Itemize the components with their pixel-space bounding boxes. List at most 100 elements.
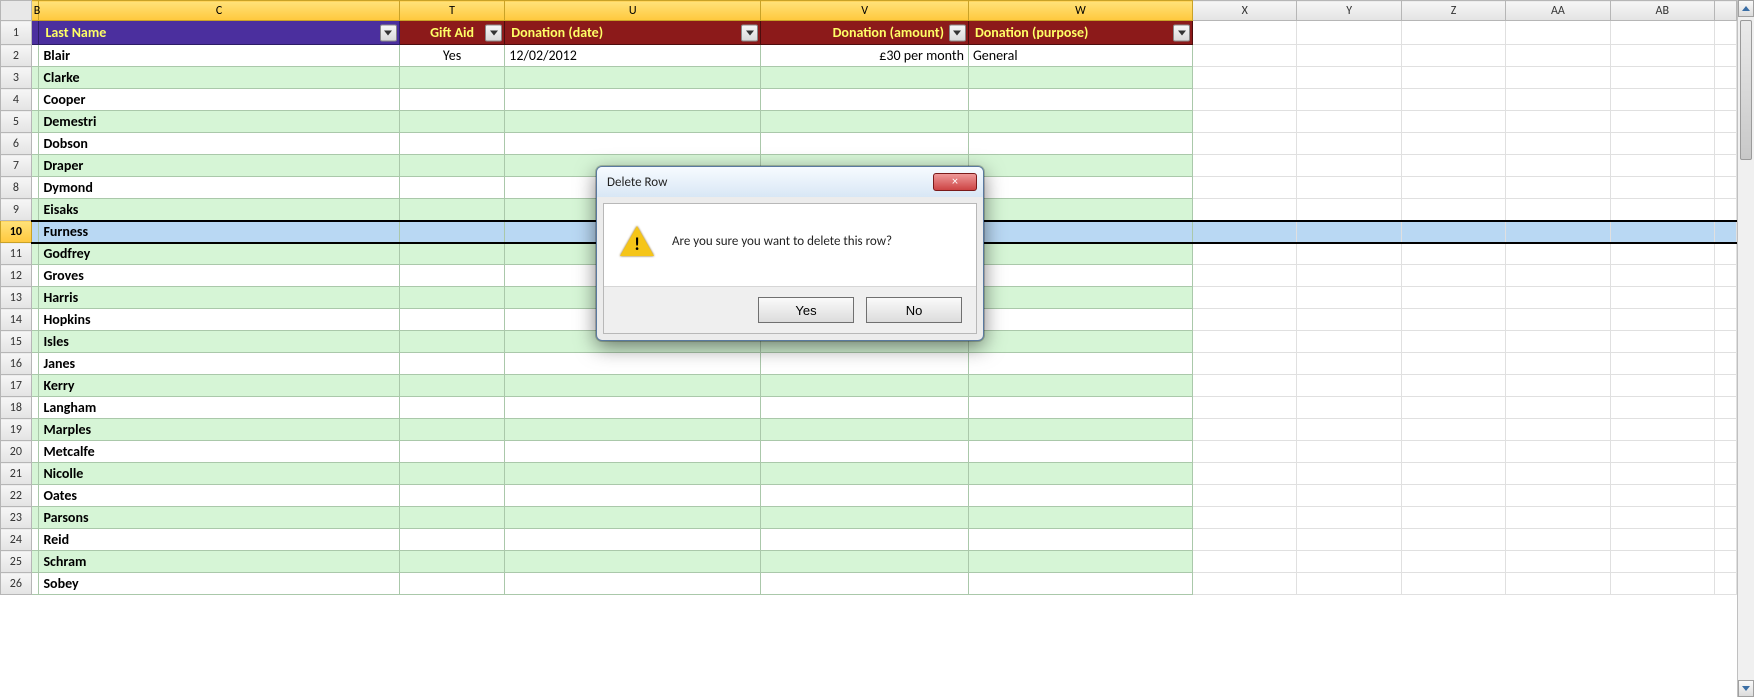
cell[interactable] [1297,551,1401,573]
cell-b[interactable] [31,67,39,89]
cell-last-name[interactable]: Hopkins [39,309,399,331]
header-donation-purpose[interactable]: Donation (purpose) [968,21,1192,45]
cell-gift-aid[interactable] [399,89,504,111]
dialog-titlebar[interactable]: Delete Row × [597,167,983,197]
cell-donation-amount[interactable] [761,573,969,595]
cell-donation-purpose[interactable] [968,287,1192,309]
cell[interactable] [1193,353,1297,375]
cell[interactable] [1506,265,1610,287]
cell[interactable] [1193,529,1297,551]
row-number[interactable]: 19 [1,419,32,441]
cell-b[interactable] [31,221,39,243]
cell[interactable] [1297,221,1401,243]
col-header-u[interactable]: U [505,1,761,21]
cell[interactable] [1297,441,1401,463]
dialog-no-button[interactable]: No [866,297,962,323]
cell[interactable] [1610,331,1714,353]
cell[interactable] [1297,397,1401,419]
cell-last-name[interactable]: Kerry [39,375,399,397]
cell-donation-purpose[interactable] [968,133,1192,155]
cell[interactable] [1506,485,1610,507]
cell[interactable] [1714,529,1736,551]
col-header-w[interactable]: W [968,1,1192,21]
cell[interactable] [1297,463,1401,485]
row-number[interactable]: 26 [1,573,32,595]
cell[interactable] [1506,155,1610,177]
cell[interactable] [1610,265,1714,287]
cell-b[interactable] [31,177,39,199]
cell-b[interactable] [31,573,39,595]
cell[interactable] [1297,45,1401,67]
cell-last-name[interactable]: Demestri [39,111,399,133]
header-donation-amount[interactable]: Donation (amount) [761,21,969,45]
cell[interactable] [1714,243,1736,265]
cell-b[interactable] [31,507,39,529]
cell-donation-date[interactable] [505,485,761,507]
cell-gift-aid[interactable] [399,287,504,309]
cell[interactable] [1401,419,1505,441]
cell-donation-date[interactable] [505,441,761,463]
cell[interactable] [1714,111,1736,133]
cell[interactable] [1714,265,1736,287]
cell-b[interactable] [31,309,39,331]
cell-b[interactable] [31,375,39,397]
cell[interactable] [1401,265,1505,287]
cell-last-name[interactable]: Clarke [39,67,399,89]
cell[interactable] [1714,397,1736,419]
cell-b[interactable] [31,199,39,221]
row-number[interactable]: 24 [1,529,32,551]
cell-gift-aid[interactable] [399,67,504,89]
row-number[interactable]: 11 [1,243,32,265]
cell[interactable] [1506,67,1610,89]
cell[interactable] [1714,551,1736,573]
cell[interactable] [1714,177,1736,199]
cell-last-name[interactable]: Isles [39,331,399,353]
cell[interactable] [1714,67,1736,89]
cell-donation-amount[interactable] [761,67,969,89]
cell[interactable] [1714,21,1736,45]
cell[interactable] [1506,221,1610,243]
cell[interactable] [1610,177,1714,199]
row-number[interactable]: 6 [1,133,32,155]
cell-last-name[interactable]: Schram [39,551,399,573]
cell[interactable] [1401,199,1505,221]
cell[interactable] [1297,265,1401,287]
cell[interactable] [1297,199,1401,221]
cell-donation-date[interactable] [505,133,761,155]
cell-last-name[interactable]: Harris [39,287,399,309]
row-number[interactable]: 23 [1,507,32,529]
cell[interactable] [1714,199,1736,221]
cell[interactable] [1610,133,1714,155]
cell-donation-date[interactable] [505,67,761,89]
cell-b[interactable] [31,331,39,353]
cell-gift-aid[interactable] [399,573,504,595]
cell[interactable] [1297,89,1401,111]
cell[interactable] [1401,551,1505,573]
cell[interactable] [1610,441,1714,463]
cell[interactable] [1610,375,1714,397]
cell[interactable] [1610,243,1714,265]
cell[interactable] [1506,441,1610,463]
cell-last-name[interactable]: Godfrey [39,243,399,265]
cell[interactable] [1401,375,1505,397]
cell-last-name[interactable]: Marples [39,419,399,441]
cell[interactable] [1610,463,1714,485]
row-number[interactable]: 8 [1,177,32,199]
cell-last-name[interactable]: Furness [39,221,399,243]
cell[interactable] [1506,133,1610,155]
cell-donation-purpose[interactable] [968,441,1192,463]
row-number[interactable]: 3 [1,67,32,89]
cell-b[interactable] [31,111,39,133]
cell[interactable] [1506,111,1610,133]
cell[interactable] [1297,419,1401,441]
cell-donation-amount[interactable] [761,485,969,507]
scroll-thumb[interactable] [1740,20,1752,160]
cell[interactable] [1193,441,1297,463]
cell[interactable] [1401,485,1505,507]
cell-gift-aid[interactable] [399,133,504,155]
row-number[interactable]: 2 [1,45,32,67]
cell-b[interactable] [31,155,39,177]
cell[interactable] [1193,199,1297,221]
cell[interactable] [1610,155,1714,177]
cell-donation-purpose[interactable] [968,309,1192,331]
